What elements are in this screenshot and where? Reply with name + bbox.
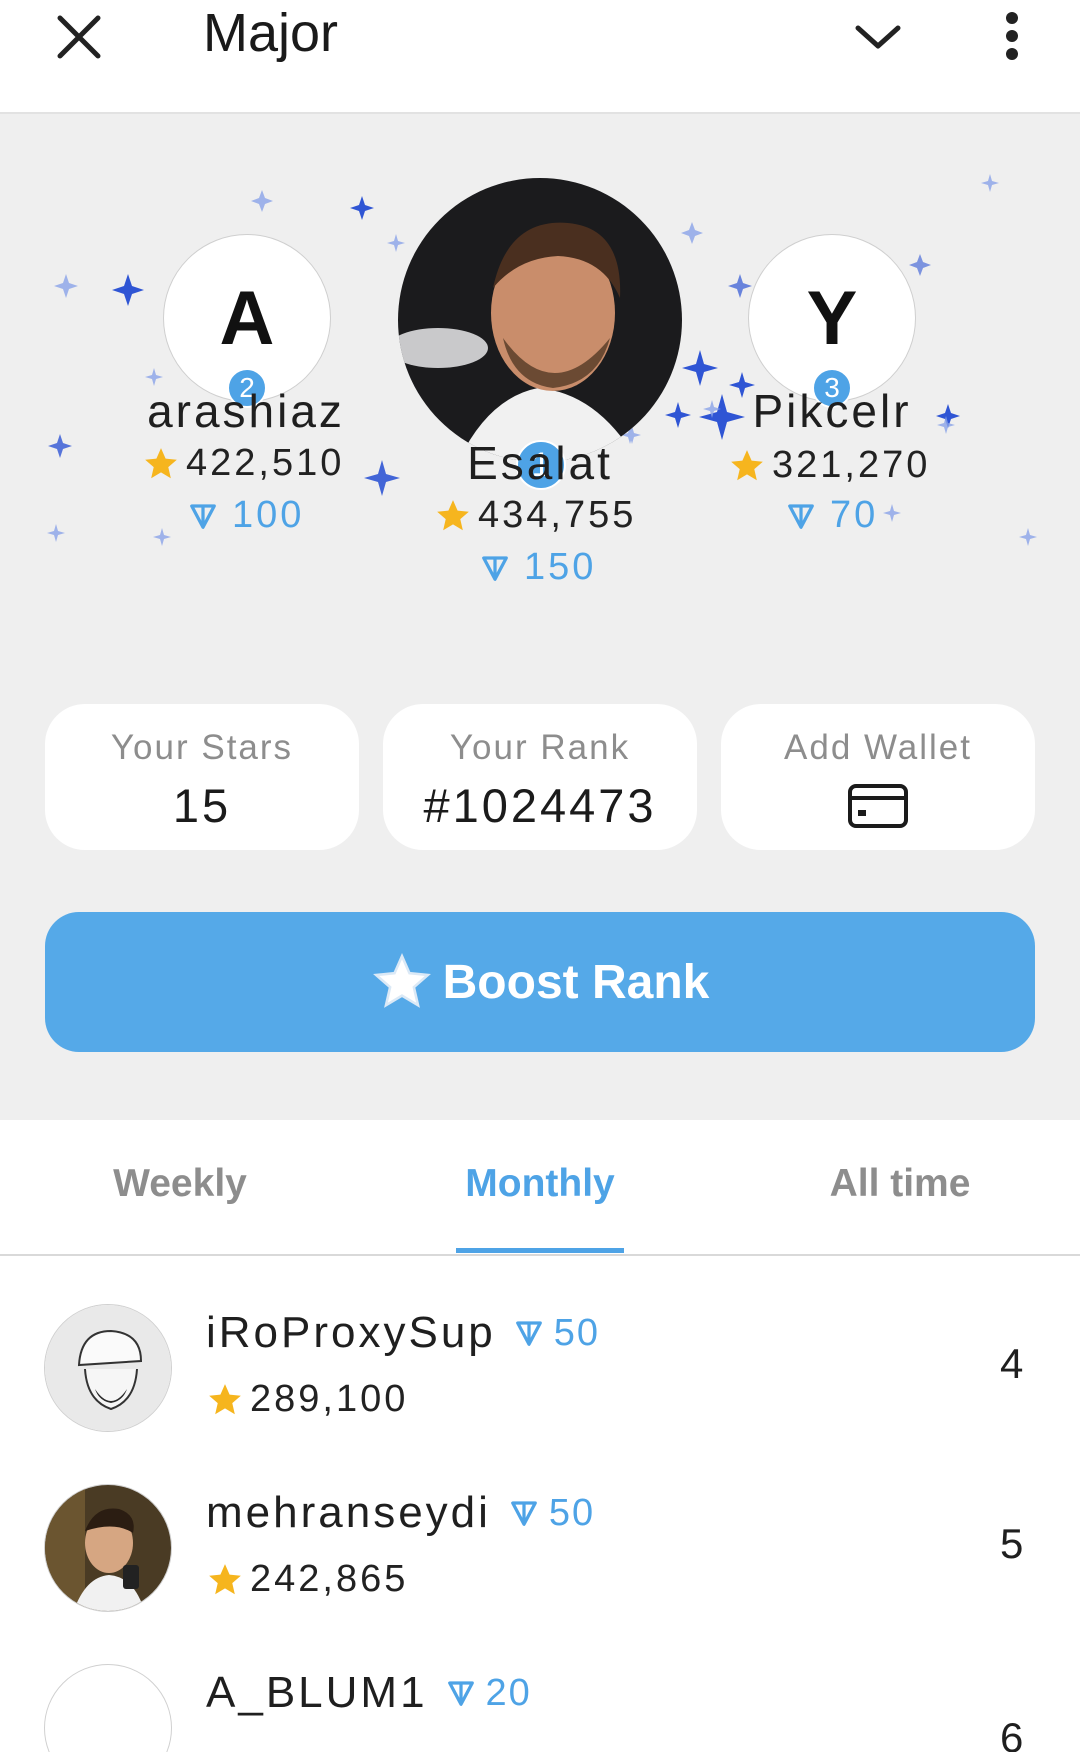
your-rank-card: Your Rank #1024473 <box>383 704 697 850</box>
ton-icon <box>515 1321 542 1346</box>
player-rank: 6 <box>1000 1714 1024 1752</box>
add-wallet-label: Add Wallet <box>784 728 972 767</box>
list-item[interactable]: mehranseydi 50 242,865 5 <box>0 1436 1080 1616</box>
your-rank-value: #1024473 <box>423 779 657 832</box>
star-icon <box>209 1383 241 1414</box>
close-icon[interactable] <box>50 8 110 68</box>
podium-second-stars: 422,510 <box>142 442 344 485</box>
player-ton-value: 20 <box>485 1671 532 1714</box>
player-ton-value: 50 <box>548 1491 596 1534</box>
your-stars-card: Your Stars 15 <box>45 704 359 850</box>
player-stars-value: 242,865 <box>250 1558 409 1600</box>
top-bar: Major <box>0 0 1080 114</box>
row-name-line: mehranseydi 50 <box>206 1488 595 1538</box>
tab-all-time[interactable]: All time <box>780 1162 1020 1206</box>
podium-section: A 2 arashiaz 422,510 100 1 Esalat 434,75… <box>0 114 1080 1120</box>
podium-first-ton-value: 150 <box>524 546 597 588</box>
player-name: iRoProxySup <box>206 1308 496 1357</box>
podium-second-ton: 100 <box>188 494 304 537</box>
ton-icon <box>190 503 216 529</box>
player-stars-value: 289,100 <box>250 1378 409 1420</box>
list-item[interactable]: iRoProxySup 50 289,100 4 <box>0 1256 1080 1436</box>
player-stars: 289,100 <box>206 1378 408 1421</box>
ton-icon <box>482 555 508 581</box>
player-ton: 50 <box>509 1492 595 1535</box>
ton-icon <box>511 1501 537 1526</box>
leaderboard-list: iRoProxySup 50 289,100 4 mehranseydi 50 … <box>0 1256 1080 1752</box>
your-stars-value: 15 <box>172 779 232 832</box>
avatar <box>44 1304 172 1432</box>
podium-third-stars: 321,270 <box>728 444 930 487</box>
list-item[interactable]: A_BLUM1 20 6 <box>0 1616 1080 1752</box>
star-icon <box>731 449 763 480</box>
player-name: A_BLUM1 <box>206 1668 428 1717</box>
podium-first-name: Esalat <box>467 437 613 489</box>
star-icon <box>437 499 469 530</box>
player-ton-value: 50 <box>553 1311 601 1354</box>
podium-first-ton: 150 <box>480 546 596 589</box>
active-tab-indicator <box>456 1248 624 1253</box>
tab-monthly[interactable]: Monthly <box>420 1162 660 1206</box>
podium-third-name: Pikcelr <box>752 385 912 437</box>
avatar <box>44 1664 172 1752</box>
avatar <box>44 1484 172 1612</box>
podium-third-ton: 70 <box>786 494 878 537</box>
add-wallet-card[interactable]: Add Wallet <box>721 704 1035 850</box>
row-name-line: A_BLUM1 20 <box>206 1668 532 1718</box>
tab-weekly[interactable]: Weekly <box>60 1162 300 1206</box>
row-name-line: iRoProxySup 50 <box>206 1308 600 1358</box>
podium-first-stars: 434,755 <box>434 494 636 537</box>
star-icon <box>209 1563 241 1594</box>
podium-first-avatar[interactable] <box>398 178 682 462</box>
boost-rank-button[interactable]: Boost Rank <box>45 912 1035 1052</box>
ton-icon <box>788 503 814 529</box>
podium-third-ton-value: 70 <box>830 494 879 536</box>
boost-rank-label: Boost Rank <box>442 955 710 1009</box>
player-name: mehranseydi <box>206 1488 491 1537</box>
player-ton: 20 <box>446 1672 532 1715</box>
podium-first-photo <box>398 178 682 462</box>
chevron-down-icon[interactable] <box>848 12 908 60</box>
player-rank: 4 <box>1000 1340 1024 1387</box>
podium-first-stars-value: 434,755 <box>478 494 637 536</box>
podium-second-name: arashiaz <box>147 385 345 437</box>
podium-second-stars-value: 422,510 <box>186 442 345 484</box>
player-ton: 50 <box>514 1312 600 1355</box>
period-tabs: Weekly Monthly All time <box>0 1120 1080 1256</box>
ton-icon <box>447 1681 474 1706</box>
star-icon <box>145 447 177 478</box>
more-vert-icon[interactable] <box>990 6 1034 66</box>
player-stars: 242,865 <box>206 1558 408 1601</box>
star-icon <box>372 952 431 1008</box>
podium-third-stars-value: 321,270 <box>772 444 931 486</box>
wallet-card-icon <box>848 784 908 828</box>
your-stars-label: Your Stars <box>110 728 294 767</box>
app-title: Major <box>203 3 339 63</box>
podium-second-ton-value: 100 <box>232 494 305 536</box>
player-rank: 5 <box>1000 1520 1024 1567</box>
your-rank-label: Your Rank <box>449 728 631 767</box>
